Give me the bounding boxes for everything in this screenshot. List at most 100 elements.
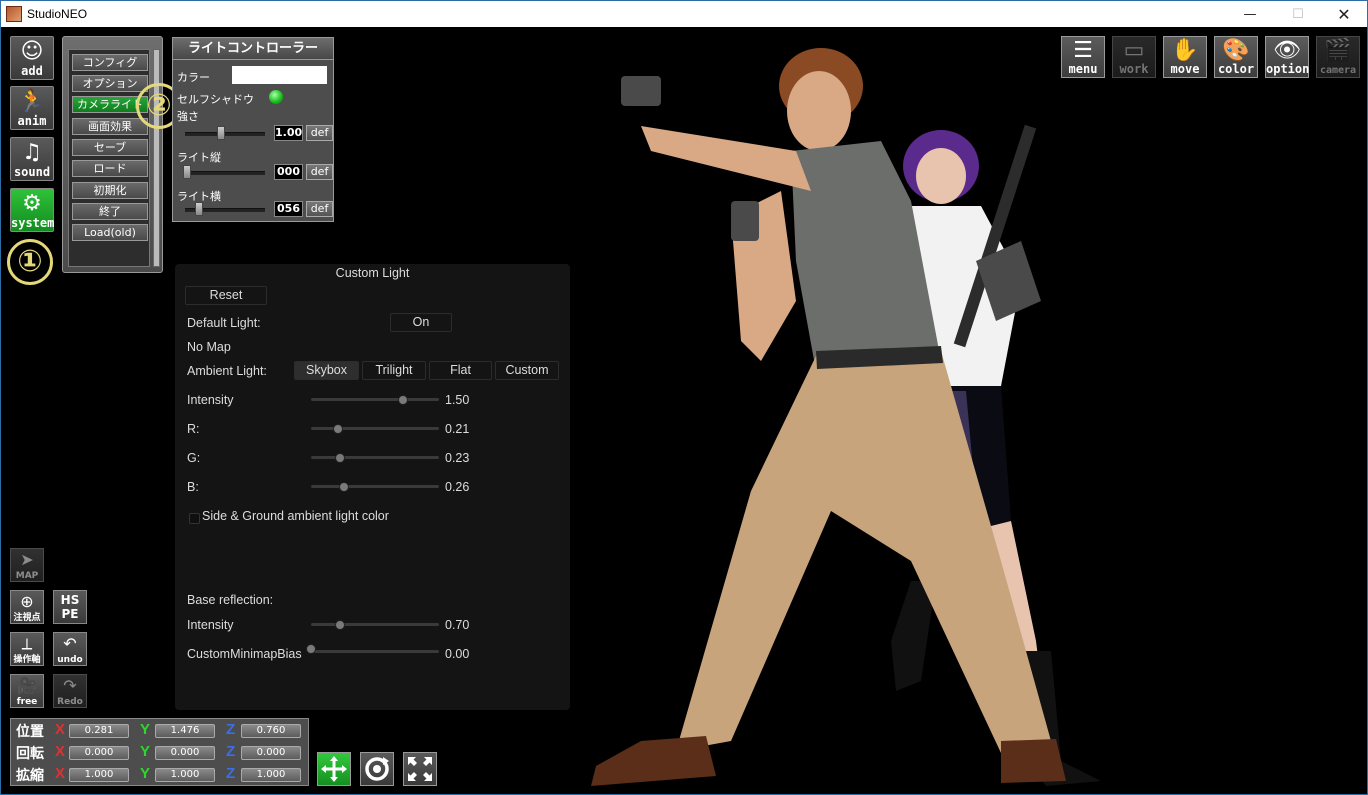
map-button[interactable]: ➤ MAP: [10, 548, 44, 582]
sound-tool-button[interactable]: ♫ sound: [10, 137, 54, 181]
focus-point-button[interactable]: ⊕ 注視点: [10, 590, 44, 624]
self-shadow-toggle[interactable]: [269, 90, 283, 104]
g-value: 0.23: [445, 451, 470, 465]
system-tool-button[interactable]: ⚙ system: [10, 188, 54, 232]
hspe-button[interactable]: HS PE: [53, 590, 87, 624]
ambient-skybox-button[interactable]: Skybox: [294, 361, 359, 380]
color-swatch[interactable]: [232, 66, 327, 84]
g-slider-track[interactable]: [311, 456, 439, 459]
scale-z-axis: Z: [226, 765, 236, 782]
menu-item-load-old[interactable]: Load(old): [72, 224, 148, 241]
rotate-gizmo-button[interactable]: [360, 752, 394, 786]
menu-item-save[interactable]: セーブ: [72, 139, 148, 156]
menu-item-screen-effect[interactable]: 画面効果: [72, 118, 148, 135]
ambient-flat-button[interactable]: Flat: [429, 361, 492, 380]
scale-z-value[interactable]: 1.000: [241, 768, 301, 782]
hand-move-icon: ✋: [1171, 38, 1199, 63]
scale-x-value[interactable]: 1.000: [69, 768, 129, 782]
scale-y-value[interactable]: 1.000: [155, 768, 215, 782]
strength-value[interactable]: 1.00: [274, 125, 303, 141]
scale-y-axis: Y: [140, 765, 151, 782]
side-ground-label: Side & Ground ambient light color: [202, 509, 389, 523]
horizontal-slider-knob[interactable]: [195, 202, 203, 216]
minimap-bias-thumb[interactable]: [306, 644, 316, 654]
menu-item-config[interactable]: コンフィグ: [72, 54, 148, 71]
move-gizmo-button[interactable]: [317, 752, 351, 786]
menu-item-exit[interactable]: 終了: [72, 203, 148, 220]
minimize-button[interactable]: —: [1227, 1, 1273, 27]
intensity-slider-track[interactable]: [311, 398, 439, 401]
default-light-toggle[interactable]: On: [390, 313, 452, 332]
menu-item-load[interactable]: ロード: [72, 160, 148, 177]
3d-scene-viewport[interactable]: [581, 41, 1141, 793]
target-plus-icon: ⊕: [20, 592, 34, 611]
light-controller-panel: ライトコントローラー カラー セルフシャドウ 強さ 1.00 def ライト縦 …: [172, 37, 334, 222]
horizontal-default-button[interactable]: def: [306, 201, 333, 217]
list-menu-icon: ☰: [1073, 38, 1093, 63]
vertical-slider-knob[interactable]: [183, 165, 191, 179]
rot-z-value[interactable]: 0.000: [241, 746, 301, 760]
maximize-button[interactable]: ☐: [1275, 1, 1321, 27]
undo-arrow-icon: ↶: [63, 634, 77, 653]
intensity-value: 1.50: [445, 393, 470, 407]
default-light-label: Default Light:: [187, 316, 261, 330]
studio-window: StudioNEO — ☐ ✕ ☺ add 🏃 anim ♫ sound ⚙ s…: [0, 0, 1368, 795]
strength-default-button[interactable]: def: [306, 125, 333, 141]
strength-label: 強さ: [177, 110, 199, 123]
no-map-label: No Map: [187, 340, 231, 354]
reflection-intensity-label: Intensity: [187, 618, 234, 632]
intensity-label: Intensity: [187, 393, 234, 407]
option-button[interactable]: 👁 option: [1265, 36, 1309, 78]
color-button[interactable]: 🎨 color: [1214, 36, 1258, 78]
camera-button[interactable]: 🎬 camera: [1316, 36, 1360, 78]
strength-slider-track[interactable]: [185, 132, 265, 136]
pos-y-value[interactable]: 1.476: [155, 724, 215, 738]
app-icon: [6, 6, 22, 22]
close-button[interactable]: ✕: [1321, 1, 1367, 27]
minimap-bias-value: 0.00: [445, 647, 470, 661]
redo-button[interactable]: ↷ Redo: [53, 674, 87, 708]
vertical-value[interactable]: 000: [274, 164, 303, 180]
rot-y-value[interactable]: 0.000: [155, 746, 215, 760]
vertical-slider-track[interactable]: [185, 171, 265, 175]
reflection-intensity-track[interactable]: [311, 623, 439, 626]
intensity-slider-thumb[interactable]: [398, 395, 409, 405]
base-reflection-label: Base reflection:: [187, 593, 274, 607]
pos-x-value[interactable]: 0.281: [69, 724, 129, 738]
window-title: StudioNEO: [27, 7, 88, 21]
pos-z-value[interactable]: 0.760: [241, 724, 301, 738]
free-camera-button[interactable]: 🎥 free: [10, 674, 44, 708]
hspe-icon: HS PE: [60, 593, 80, 621]
minimap-bias-track[interactable]: [311, 650, 439, 653]
strength-slider-knob[interactable]: [217, 126, 225, 140]
axis-button[interactable]: ⟂ 操作軸: [10, 632, 44, 666]
horizontal-value[interactable]: 056: [274, 201, 303, 217]
ambient-custom-button[interactable]: Custom: [495, 361, 559, 380]
work-button[interactable]: ▭ work: [1112, 36, 1156, 78]
side-ground-checkbox[interactable]: [189, 513, 200, 524]
b-slider-track[interactable]: [311, 485, 439, 488]
r-slider-thumb[interactable]: [332, 424, 343, 434]
r-label: R:: [187, 422, 200, 436]
system-menu-scrollbar[interactable]: [153, 49, 160, 267]
reset-button[interactable]: Reset: [185, 286, 267, 305]
rot-x-axis: X: [55, 743, 66, 760]
menu-item-initialize[interactable]: 初期化: [72, 182, 148, 199]
b-slider-thumb[interactable]: [339, 482, 350, 492]
anim-tool-button[interactable]: 🏃 anim: [10, 86, 54, 130]
move-button[interactable]: ✋ move: [1163, 36, 1207, 78]
g-slider-thumb[interactable]: [335, 453, 346, 463]
menu-button[interactable]: ☰ menu: [1061, 36, 1105, 78]
vertical-default-button[interactable]: def: [306, 164, 333, 180]
add-tool-button[interactable]: ☺ add: [10, 36, 54, 80]
color-label: カラー: [177, 71, 210, 84]
rot-x-value[interactable]: 0.000: [69, 746, 129, 760]
menu-item-option[interactable]: オプション: [72, 75, 148, 92]
undo-button[interactable]: ↶ undo: [53, 632, 87, 666]
rotate-gizmo-icon: [365, 757, 389, 781]
ambient-trilight-button[interactable]: Trilight: [362, 361, 426, 380]
reflection-intensity-thumb[interactable]: [335, 620, 346, 630]
scale-gizmo-button[interactable]: [403, 752, 437, 786]
r-slider-track[interactable]: [311, 427, 439, 430]
system-menu: コンフィグ オプション カメラライト 画面効果 セーブ ロード 初期化 終了 L…: [62, 36, 163, 273]
